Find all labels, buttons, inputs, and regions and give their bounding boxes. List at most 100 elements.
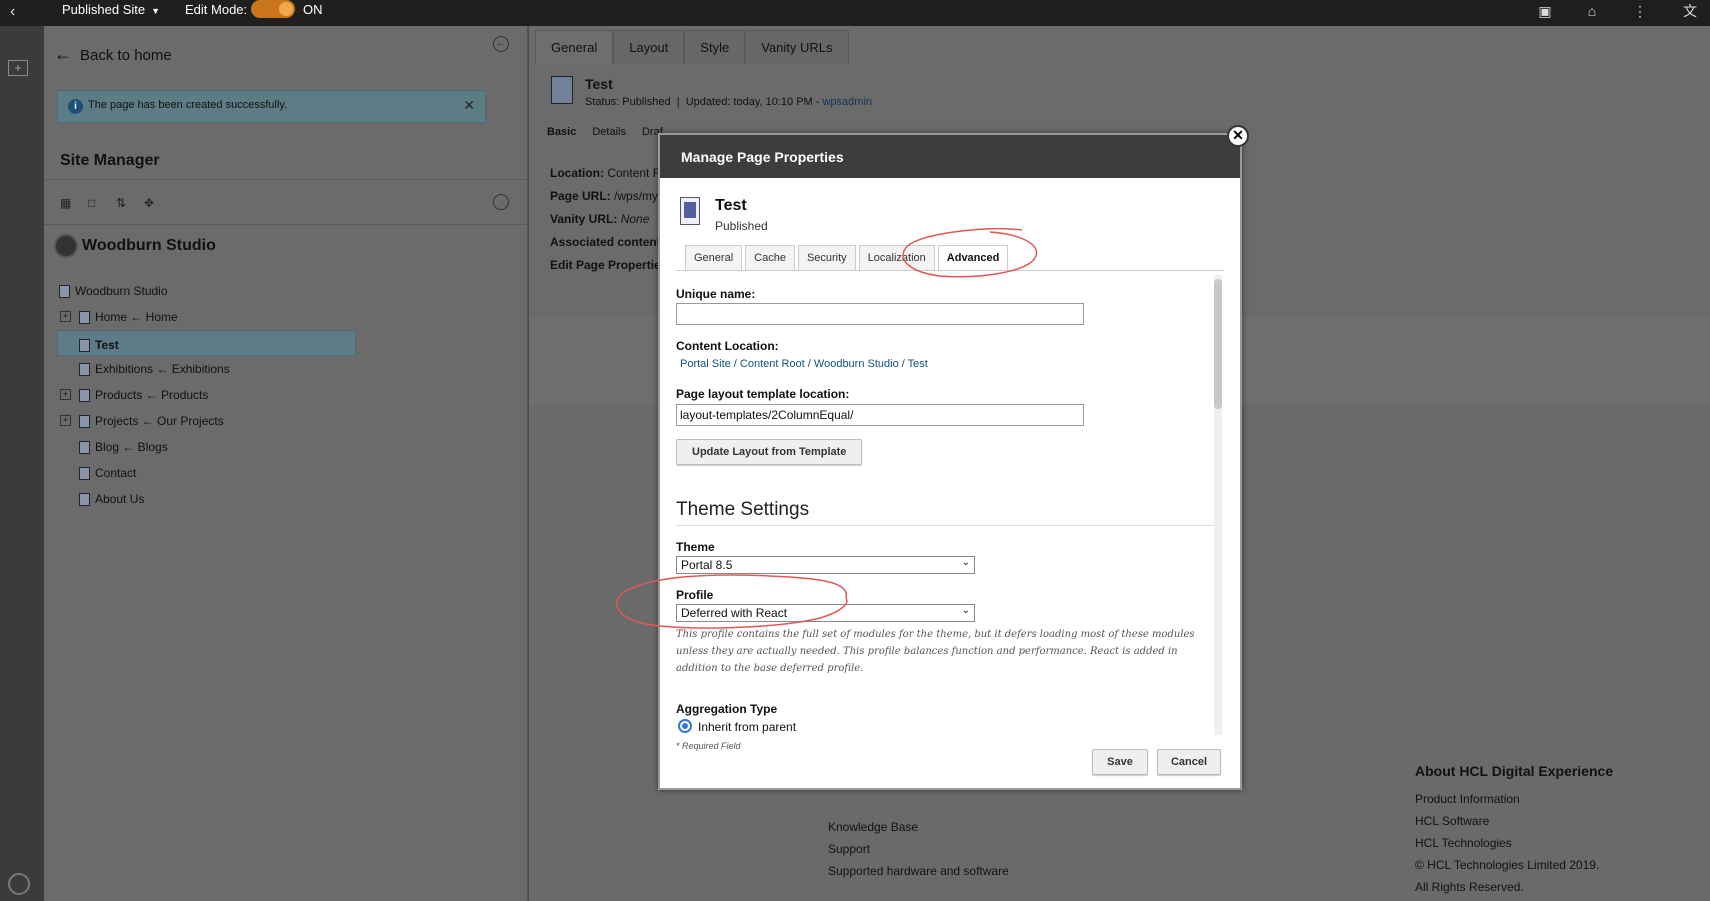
tab-cache[interactable]: Cache [745, 245, 795, 271]
updated-by-link[interactable]: wpsadmin [822, 96, 872, 108]
tree-item[interactable]: About Us [57, 486, 497, 512]
updated-text: Updated: today, 10:10 PM - [685, 96, 823, 108]
save-button[interactable]: Save [1092, 749, 1148, 775]
layout-location-input[interactable] [676, 404, 1084, 426]
profile-select[interactable]: Deferred with React ⌄ [676, 604, 975, 622]
profile-description: This profile contains the full set of mo… [676, 629, 1195, 674]
field-label: Vanity URL: [550, 212, 618, 226]
back-to-home-link[interactable]: ← Back to home [54, 44, 172, 65]
page-status: Status: Published | Updated: today, 10:1… [585, 96, 873, 108]
tab-layout[interactable]: Layout [613, 30, 685, 64]
panel-icon[interactable]: ▣ [1537, 3, 1553, 19]
subtab-details[interactable]: Details [592, 126, 626, 138]
top-toolbar: ‹ Published Site ▼ Edit Mode: ON ▣ ⌂ ⋮ 文 [0, 0, 1710, 26]
theme-select-value: Portal 8.5 [681, 558, 733, 572]
tab-security[interactable]: Security [797, 245, 856, 271]
copy-page-icon[interactable]: □ [88, 196, 102, 210]
field-edit-page-properties: Edit Page Propertie [550, 254, 661, 277]
tab-style[interactable]: Style [684, 30, 746, 64]
tree-item[interactable]: + Products ← Products [57, 382, 497, 408]
home-icon[interactable]: ⌂ [1584, 3, 1600, 19]
tree-item[interactable]: Exhibitions ← Exhibitions [57, 356, 497, 382]
page-icon [79, 311, 90, 325]
notice-text: The page has been created successfully. [88, 99, 288, 111]
footer-link[interactable]: Support [828, 838, 1009, 860]
tree-item[interactable]: + Projects ← Our Projects [57, 408, 497, 434]
page-icon [79, 441, 90, 455]
tree-item[interactable]: Blog ← Blogs [57, 434, 497, 460]
collapse-panel-icon[interactable]: ← [493, 36, 509, 52]
footer-link[interactable]: HCL Software [1415, 810, 1613, 832]
tree-item[interactable]: Woodburn Studio [57, 278, 497, 304]
aggregation-radio[interactable] [678, 719, 692, 733]
basic-fields: Location: Content F Page URL: /wps/my Va… [550, 162, 661, 277]
tree-item[interactable]: Contact [57, 460, 497, 486]
site-tree: Woodburn Studio + Home ← Home Test Exhibi… [57, 278, 497, 512]
page-icon [79, 493, 90, 507]
divider [44, 224, 528, 225]
tree-item[interactable]: + Home ← Home [57, 304, 497, 330]
tab-general[interactable]: General [685, 245, 743, 271]
theme-settings-heading: Theme Settings [676, 499, 810, 520]
unique-name-input[interactable] [676, 303, 1084, 325]
site-selector[interactable]: Published Site ▼ [62, 2, 160, 17]
back-icon[interactable]: ‹ [10, 3, 15, 21]
translate-icon[interactable]: 文 [1682, 3, 1698, 19]
footer-link[interactable]: Supported hardware and software [828, 860, 1009, 882]
update-layout-button[interactable]: Update Layout from Template [676, 439, 863, 465]
footer-link[interactable]: Product Information [1415, 788, 1613, 810]
field-label: Location: [550, 166, 604, 180]
field-location: Location: Content F [550, 162, 661, 185]
manage-page-properties-dialog: Manage Page Properties Test Published Ge… [658, 133, 1242, 790]
dialog-title: Manage Page Properties [660, 135, 1240, 178]
tab-localization[interactable]: Localization [858, 245, 935, 271]
close-notice-icon[interactable]: ✕ [463, 97, 475, 114]
field-value: Content F [607, 166, 661, 180]
profile-select-value: Deferred with React [681, 606, 788, 620]
tab-vanity-urls[interactable]: Vanity URLs [745, 30, 849, 64]
field-associated-content: Associated content [550, 231, 661, 254]
tree-item-label: Exhibitions ← Exhibitions [95, 362, 230, 376]
tab-general[interactable]: General [535, 30, 614, 64]
info-icon: i [68, 99, 83, 114]
scrollbar-thumb[interactable] [1214, 279, 1222, 409]
close-dialog-icon[interactable]: ✕ [1227, 125, 1249, 147]
more-icon[interactable]: ⋮ [1632, 3, 1648, 19]
expand-icon[interactable]: + [60, 389, 71, 400]
field-label[interactable]: Edit Page Propertie [550, 258, 661, 272]
tree-item-label: Products ← Products [95, 388, 209, 402]
copyright: © HCL Technologies Limited 2019. [1415, 858, 1600, 872]
footer-about-title: About HCL Digital Experience [1415, 763, 1614, 779]
section-divider [676, 525, 1214, 526]
scrollbar[interactable] [1214, 275, 1222, 735]
subtab-basic[interactable]: Basic [547, 126, 576, 138]
site-manager-title: Site Manager [60, 152, 160, 169]
expand-icon[interactable]: + [60, 311, 71, 322]
page-icon [79, 339, 90, 353]
cancel-button[interactable]: Cancel [1157, 749, 1221, 775]
site-logo-icon [54, 234, 78, 258]
theme-label: Theme [676, 540, 715, 554]
edit-mode-toggle[interactable] [251, 0, 295, 18]
move-up-icon[interactable]: ⇅ [116, 196, 130, 210]
settings-globe-icon[interactable] [493, 194, 509, 210]
new-page-icon[interactable]: ▦ [60, 196, 74, 210]
add-page-icon[interactable]: + [8, 60, 28, 76]
tree-item-label: Blog ← Blogs [95, 440, 168, 454]
profile-label: Profile [676, 588, 714, 602]
expand-icon[interactable]: + [60, 415, 71, 426]
content-location-path[interactable]: Portal Site / Content Root / Woodburn St… [680, 358, 928, 370]
tab-advanced[interactable]: Advanced [937, 245, 1009, 271]
move-icon[interactable]: ✥ [144, 196, 158, 210]
footer-link[interactable]: Knowledge Base [828, 816, 1009, 838]
theme-select[interactable]: Portal 8.5 ⌄ [676, 556, 975, 574]
footer-link[interactable]: HCL Technologies [1415, 832, 1613, 854]
page-icon [79, 389, 90, 403]
status-text: Status: Published [585, 96, 671, 108]
chevron-down-icon: ⌄ [961, 557, 970, 568]
edit-mode-label: Edit Mode: [185, 2, 248, 17]
advanced-tab-body: Unique name: Content Location: Portal Si… [676, 271, 1224, 738]
tree-item-selected[interactable]: Test [57, 330, 356, 356]
help-icon[interactable] [8, 873, 30, 895]
field-label: Page URL: [550, 189, 611, 203]
